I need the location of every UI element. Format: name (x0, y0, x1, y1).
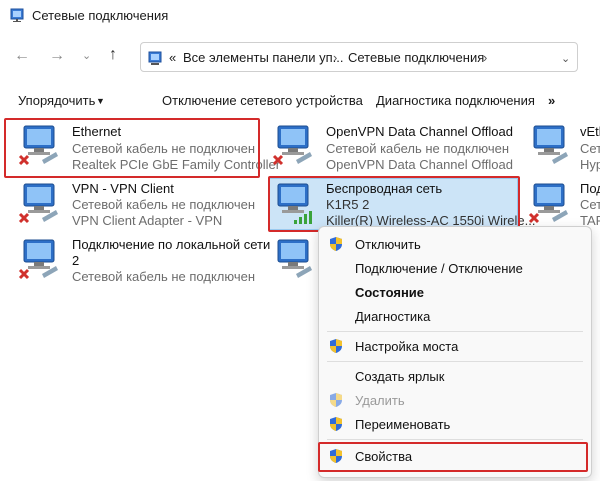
uac-shield-icon (330, 417, 342, 431)
connection-status: Сетевой кабель не подключен (72, 197, 256, 212)
connection-status: Сет (580, 141, 600, 156)
network-connections-icon (10, 8, 24, 22)
uac-shield-icon (330, 393, 342, 407)
breadcrumb-all-control-panel-items[interactable]: Все элементы панели уп... (183, 50, 344, 65)
connection-name[interactable]: VPN - VPN Client (72, 181, 174, 196)
connection-name[interactable]: OpenVPN Data Channel Offload (326, 124, 513, 139)
recent-locations-chevron-icon[interactable]: ⌄ (82, 49, 91, 62)
up-button[interactable]: ↑ (109, 46, 117, 64)
disable-device-button[interactable]: Отключение сетевого устройства (162, 93, 363, 108)
connection-status: Сетевой кабель не подключен (72, 269, 256, 284)
menu-item-create-shortcut[interactable]: Создать ярлык (355, 369, 444, 384)
context-menu: Отключить Подключение / Отключение Состо… (318, 226, 592, 478)
connection-device: VPN Client Adapter - VPN (72, 213, 223, 228)
network-adapter-icon (16, 180, 62, 226)
network-adapter-icon (270, 236, 316, 282)
menu-item-connect-disconnect[interactable]: Подключение / Отключение (355, 261, 523, 276)
control-panel-icon (148, 51, 162, 65)
connection-status: Сетевой кабель не подключен (326, 141, 510, 156)
wireless-highlight-box (268, 176, 520, 232)
connection-name[interactable]: vEth (580, 124, 600, 139)
more-commands-button[interactable]: » (548, 93, 555, 108)
connection-name-line2: 2 (72, 253, 80, 268)
window-title: Сетевые подключения (32, 8, 169, 23)
organize-dropdown-icon[interactable]: ▼ (96, 96, 105, 106)
command-bar: Упорядочить ▼ Отключение сетевого устрой… (0, 86, 600, 116)
title-bar: Сетевые подключения (0, 0, 600, 32)
breadcrumb-separator-icon: › (333, 50, 338, 65)
menu-item-rename[interactable]: Переименовать (355, 417, 450, 432)
network-adapter-icon (526, 122, 572, 168)
connection-device: Hyp (580, 157, 600, 172)
menu-item-bridge[interactable]: Настройка моста (355, 339, 458, 354)
address-bar[interactable]: « Все элементы панели уп... › Сетевые по… (140, 42, 578, 72)
menu-item-delete: Удалить (355, 393, 405, 408)
organize-button[interactable]: Упорядочить (18, 93, 95, 108)
network-adapter-icon (16, 236, 62, 282)
address-dropdown-icon[interactable]: ⌄ (561, 52, 570, 65)
connection-status: Сет (580, 197, 600, 212)
breadcrumb-chevron-icon[interactable]: › (483, 50, 487, 65)
menu-separator (327, 361, 583, 362)
connection-device: OpenVPN Data Channel Offload (326, 157, 513, 172)
connection-name[interactable]: Подключение по локальной сети (72, 237, 270, 252)
back-button[interactable]: ← (14, 47, 30, 65)
ethernet-highlight-box (4, 118, 260, 178)
uac-shield-icon (330, 237, 342, 251)
properties-highlight-box (318, 442, 588, 472)
menu-separator (327, 439, 583, 440)
uac-shield-icon (330, 339, 342, 353)
network-adapter-icon (270, 122, 316, 168)
address-overflow-prefix[interactable]: « (169, 50, 176, 65)
network-adapter-icon (526, 180, 572, 226)
menu-item-diagnostics[interactable]: Диагностика (355, 309, 430, 324)
menu-item-status[interactable]: Состояние (355, 285, 424, 300)
forward-button[interactable]: → (49, 47, 65, 65)
menu-item-disable[interactable]: Отключить (355, 237, 421, 252)
breadcrumb-network-connections[interactable]: Сетевые подключения (348, 50, 484, 65)
menu-separator (327, 331, 583, 332)
diagnose-connection-button[interactable]: Диагностика подключения (376, 93, 535, 108)
connection-name[interactable]: Под (580, 181, 600, 196)
